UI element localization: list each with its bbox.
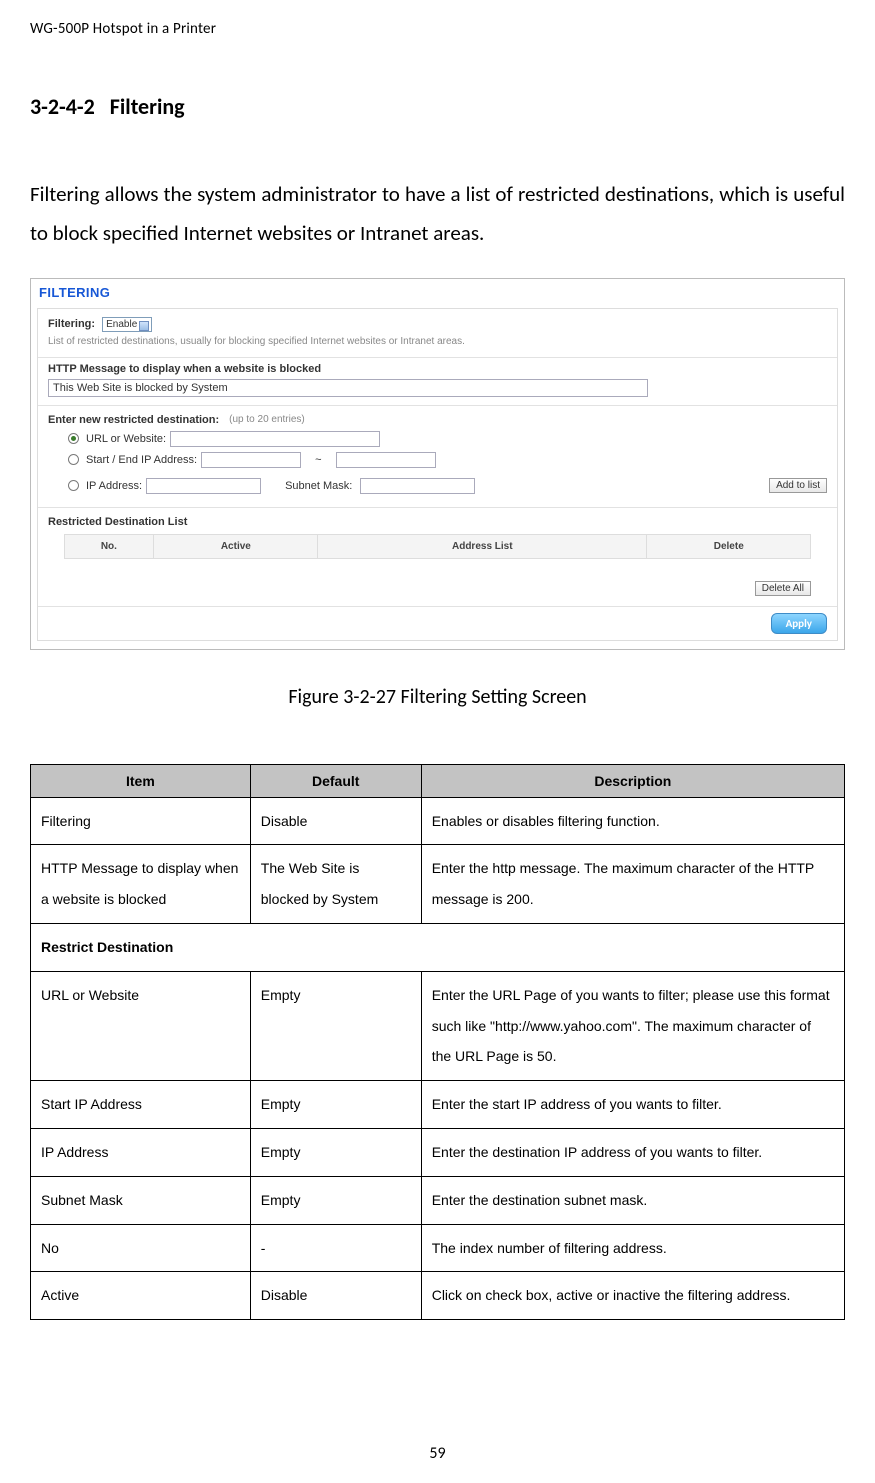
- startend-radio[interactable]: [68, 454, 79, 465]
- table-row: URL or Website Empty Enter the URL Page …: [31, 971, 845, 1080]
- restricted-list-title: Restricted Destination List: [48, 516, 823, 528]
- filtering-desc: List of restricted destinations, usually…: [48, 332, 827, 355]
- startend-label: Start / End IP Address:: [86, 454, 197, 466]
- col-no: No.: [64, 534, 154, 558]
- filtering-select[interactable]: Enable: [102, 317, 152, 332]
- http-msg-input[interactable]: [48, 379, 648, 397]
- apply-button[interactable]: Apply: [771, 613, 827, 634]
- page-number: 59: [0, 1444, 875, 1463]
- url-label: URL or Website:: [86, 433, 166, 445]
- col-active: Active: [154, 534, 318, 558]
- restricted-list-table: No. Active Address List Delete: [64, 534, 812, 559]
- table-row: HTTP Message to display when a website i…: [31, 845, 845, 924]
- table-row: No - The index number of filtering addre…: [31, 1224, 845, 1272]
- filtering-label: Filtering:: [48, 318, 95, 330]
- ip-radio[interactable]: [68, 480, 79, 491]
- new-dest-title: Enter new restricted destination:: [48, 414, 219, 426]
- ip-label: IP Address:: [86, 480, 142, 492]
- table-row: Start IP Address Empty Enter the start I…: [31, 1081, 845, 1129]
- table-row: Subnet Mask Empty Enter the destination …: [31, 1176, 845, 1224]
- table-row-section: Restrict Destination: [31, 924, 845, 972]
- start-ip-input[interactable]: [201, 452, 301, 468]
- url-radio[interactable]: [68, 433, 79, 444]
- table-row: Active Disable Click on check box, activ…: [31, 1272, 845, 1320]
- intro-paragraph: Filtering allows the system administrato…: [30, 175, 845, 253]
- section-heading: 3-2-4-2 Filtering: [30, 93, 845, 120]
- col-address: Address List: [318, 534, 647, 558]
- parameters-table: Item Default Description Filtering Disab…: [30, 764, 845, 1321]
- ip-input[interactable]: [146, 478, 261, 494]
- th-default: Default: [250, 764, 421, 797]
- col-delete: Delete: [647, 534, 811, 558]
- section-number: 3-2-4-2: [30, 93, 95, 120]
- table-row: Filtering Disable Enables or disables fi…: [31, 797, 845, 845]
- new-dest-hint: (up to 20 entries): [229, 414, 305, 425]
- subnet-input[interactable]: [360, 478, 475, 494]
- http-msg-title: HTTP Message to display when a website i…: [38, 358, 837, 379]
- figure-caption: Figure 3-2-27 Filtering Setting Screen: [30, 685, 845, 709]
- add-to-list-button[interactable]: Add to list: [769, 478, 827, 493]
- table-row: IP Address Empty Enter the destination I…: [31, 1129, 845, 1177]
- section-title: Filtering: [110, 93, 185, 120]
- range-sep: ~: [305, 454, 331, 466]
- subnet-label: Subnet Mask:: [265, 480, 356, 492]
- url-input[interactable]: [170, 431, 380, 447]
- th-desc: Description: [421, 764, 844, 797]
- end-ip-input[interactable]: [336, 452, 436, 468]
- figure-header: FILTERING: [31, 279, 844, 303]
- page-header: WG-500P Hotspot in a Printer: [30, 20, 845, 38]
- figure-filtering-screen: FILTERING Filtering: Enable List of rest…: [30, 278, 845, 650]
- th-item: Item: [31, 764, 251, 797]
- delete-all-button[interactable]: Delete All: [755, 581, 811, 596]
